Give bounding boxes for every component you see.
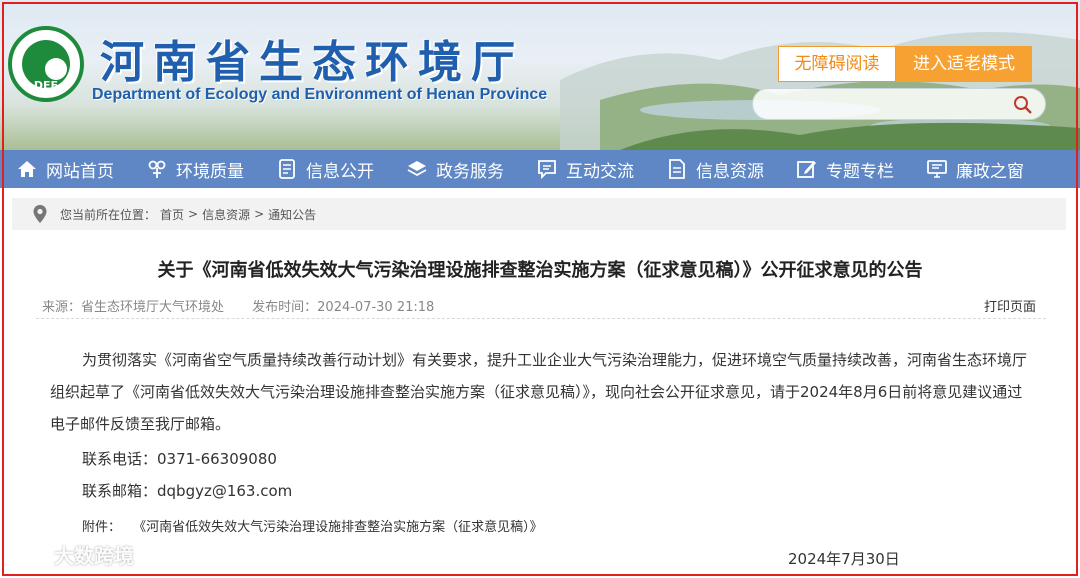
article-publish-time: 发布时间：2024-07-30 21:18 xyxy=(252,300,435,315)
nav-item-interaction[interactable]: 互动交流 xyxy=(520,150,650,188)
site-title: 河南省生态环境厅 xyxy=(100,37,524,88)
nav-item-home[interactable]: 网站首页 xyxy=(0,150,130,188)
nav-label: 信息公开 xyxy=(306,161,374,182)
elder-mode-button[interactable]: 进入适老模式 xyxy=(896,46,1032,82)
file-icon xyxy=(666,158,688,180)
attachment-link[interactable]: 《河南省低效失效大气污染治理设施排查整治实施方案（征求意见稿）》 xyxy=(133,520,543,535)
divider xyxy=(36,318,1046,319)
contact-phone: 联系电话：0371-66309080 xyxy=(82,450,277,468)
leaf-icon xyxy=(146,158,168,180)
article-date: 2024年7月30日 xyxy=(788,550,900,568)
attachment-prefix: 附件： xyxy=(82,520,122,535)
main-nav: 网站首页 环境质量 信息公开 政务服务 互动交流 信息资源 专题专栏 廉政之窗 xyxy=(0,150,1080,188)
nav-item-environment-quality[interactable]: 环境质量 xyxy=(130,150,260,188)
site-logo[interactable]: DEE xyxy=(8,26,84,102)
breadcrumb-separator: > xyxy=(188,207,199,221)
site-subtitle: Department of Ecology and Environment of… xyxy=(92,86,548,103)
logo-text: DEE xyxy=(33,79,59,92)
article-meta: 来源：省生态环境厅大气环境处 发布时间：2024-07-30 21:18 xyxy=(42,296,458,315)
site-header: DEE 河南省生态环境厅 Department of Ecology and E… xyxy=(0,0,1080,150)
accessibility-button[interactable]: 无障碍阅读 xyxy=(778,46,896,82)
nav-label: 专题专栏 xyxy=(826,161,894,182)
print-page-link[interactable]: 打印页面 xyxy=(984,296,1036,315)
contact-email: 联系邮箱：dqbgyz@163.com xyxy=(82,482,293,500)
nav-label: 互动交流 xyxy=(566,161,634,182)
logo-sun-icon xyxy=(45,58,67,80)
breadcrumb-home[interactable]: 首页 xyxy=(160,206,184,223)
nav-item-government-services[interactable]: 政务服务 xyxy=(390,150,520,188)
edit-icon xyxy=(796,158,818,180)
breadcrumb: 您当前所在位置： 首页 > 信息资源 > 通知公告 xyxy=(12,198,1066,230)
layers-icon xyxy=(406,158,428,180)
home-icon xyxy=(16,158,38,180)
breadcrumb-separator: > xyxy=(254,207,265,221)
breadcrumb-prefix: 您当前所在位置： xyxy=(60,207,157,222)
nav-item-info-resources[interactable]: 信息资源 xyxy=(650,150,780,188)
nav-label: 信息资源 xyxy=(696,161,764,182)
article-title: 关于《河南省低效失效大气污染治理设施排查整治实施方案（征求意见稿）》公开征求意见… xyxy=(157,260,923,281)
watermark: 大数跨境 xyxy=(10,540,134,569)
nav-label: 廉政之窗 xyxy=(956,161,1024,182)
attachment-row: 附件： 《河南省低效失效大气污染治理设施排查整治实施方案（征求意见稿）》 xyxy=(82,516,543,535)
monitor-icon xyxy=(926,158,948,180)
nav-label: 环境质量 xyxy=(176,161,244,182)
nav-item-special-topics[interactable]: 专题专栏 xyxy=(780,150,910,188)
search-icon[interactable] xyxy=(1013,95,1033,115)
document-icon xyxy=(276,158,298,180)
breadcrumb-info-resources[interactable]: 信息资源 xyxy=(202,206,250,223)
article-body: 为贯彻落实《河南省空气质量持续改善行动计划》有关要求，提升工业企业大气污染治理能… xyxy=(50,351,1028,433)
location-pin-icon xyxy=(33,205,47,223)
nav-item-integrity-window[interactable]: 廉政之窗 xyxy=(910,150,1040,188)
breadcrumb-notices[interactable]: 通知公告 xyxy=(268,206,316,223)
chat-icon xyxy=(536,158,558,180)
nav-label: 网站首页 xyxy=(46,161,114,182)
nav-label: 政务服务 xyxy=(436,161,504,182)
nav-item-info-disclosure[interactable]: 信息公开 xyxy=(260,150,390,188)
watermark-logo-icon xyxy=(11,545,48,564)
search-input[interactable] xyxy=(752,88,1046,120)
article-source: 来源：省生态环境厅大气环境处 xyxy=(42,300,225,315)
watermark-text: 大数跨境 xyxy=(54,544,134,568)
